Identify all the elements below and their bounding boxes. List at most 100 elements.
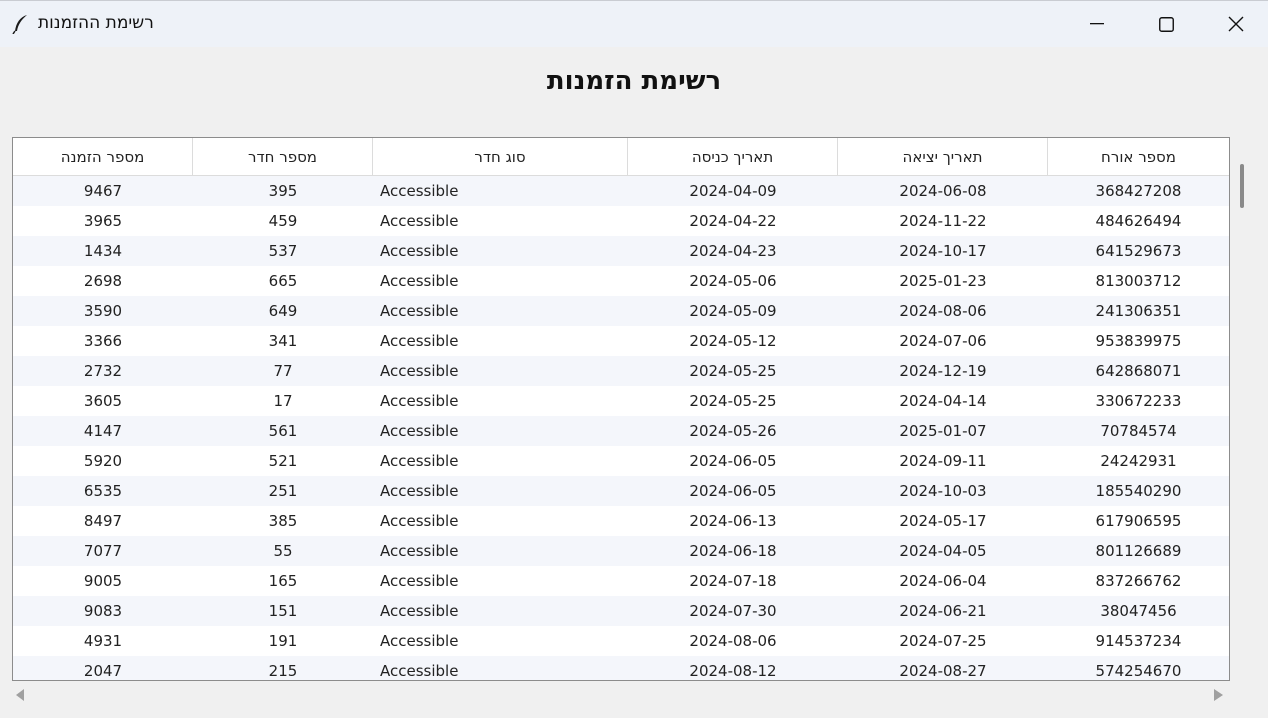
table-row[interactable]: 8497 385 Accessible 2024-06-13 2024-05-17 617… [13,506,1229,536]
check-in-date-cell: 2024-05-26 [689,422,777,440]
table-row[interactable]: 2698 665 Accessible 2024-05-06 2025-01-23 813… [13,266,1229,296]
horizontal-scrollbar[interactable] [12,684,1230,706]
table-row[interactable]: 4931 191 Accessible 2024-08-06 2024-07-25 914… [13,626,1229,656]
reservation-number-cell: 9083 [83,602,123,620]
room-type-cell: Accessible [380,212,459,230]
table-row[interactable]: 5920 521 Accessible 2024-06-05 2024-09-11 242… [13,446,1229,476]
scroll-left-arrow-icon[interactable] [16,689,25,701]
room-type-cell: Accessible [380,242,459,260]
room-type-cell: Accessible [380,662,459,680]
room-number-cell: 215 [268,662,298,680]
scroll-right-arrow-icon[interactable] [1214,689,1223,701]
guest-number-cell: 38047456 [1100,602,1177,620]
guest-number-cell: 953839975 [1095,332,1182,350]
reservation-number-cell: 4931 [83,632,123,650]
table-row[interactable]: 6535 251 Accessible 2024-06-05 2024-10-03 185… [13,476,1229,506]
room-number-cell: 395 [268,182,298,200]
column-header-reservation-number[interactable]: מספר הזמנה [13,138,193,175]
guest-number-cell: 914537234 [1095,632,1182,650]
reservation-number-cell: 2047 [83,662,123,680]
room-type-cell: Accessible [380,182,459,200]
window-title: רשימת ההזמנות [38,13,154,33]
reservation-number-cell: 3590 [83,302,123,320]
room-number-cell: 341 [268,332,298,350]
table-row[interactable]: 2047 215 Accessible 2024-08-12 2024-08-27 574… [13,656,1229,680]
reservation-number-cell: 1434 [83,242,123,260]
check-in-date-cell: 2024-06-13 [689,512,777,530]
vertical-scrollbar-thumb[interactable] [1240,164,1244,208]
check-in-date-cell: 2024-08-12 [689,662,777,680]
check-out-date-cell: 2025-01-07 [899,422,987,440]
table-row[interactable]: 1434 537 Accessible 2024-04-23 2024-10-17 641… [13,236,1229,266]
room-type-cell: Accessible [380,632,459,650]
close-button[interactable] [1201,1,1268,47]
room-type-cell: Accessible [380,572,459,590]
reservation-number-cell: 5920 [83,452,123,470]
table-row[interactable]: 7077 55 Accessible 2024-06-18 2024-04-05 8011… [13,536,1229,566]
check-in-date-cell: 2024-06-18 [689,542,777,560]
guest-number-cell: 241306351 [1095,302,1182,320]
close-icon [1228,16,1244,32]
room-number-cell: 665 [268,272,298,290]
table-row[interactable]: 9005 165 Accessible 2024-07-18 2024-06-04 837… [13,566,1229,596]
room-number-cell: 561 [268,422,298,440]
reservation-number-cell: 9467 [83,182,123,200]
table-row[interactable]: 9083 151 Accessible 2024-07-30 2024-06-21 380… [13,596,1229,626]
check-out-date-cell: 2024-09-11 [899,452,987,470]
room-type-cell: Accessible [380,392,459,410]
check-out-date-cell: 2025-01-23 [899,272,987,290]
room-number-cell: 17 [273,392,293,410]
reservation-number-cell: 4147 [83,422,123,440]
room-number-cell: 385 [268,512,298,530]
room-number-cell: 521 [268,452,298,470]
guest-number-cell: 70784574 [1100,422,1177,440]
guest-number-cell: 642868071 [1095,362,1182,380]
guest-number-cell: 813003712 [1095,272,1182,290]
table-row[interactable]: 4147 561 Accessible 2024-05-26 2025-01-07 707… [13,416,1229,446]
reservation-number-cell: 3605 [83,392,123,410]
reservation-number-cell: 2732 [83,362,123,380]
column-header-room-type[interactable]: סוג חדר [373,138,628,175]
room-type-cell: Accessible [380,542,459,560]
guest-number-cell: 837266762 [1095,572,1182,590]
check-in-date-cell: 2024-05-25 [689,362,777,380]
guest-number-cell: 24242931 [1100,452,1177,470]
table-row[interactable]: 3590 649 Accessible 2024-05-09 2024-08-06 241… [13,296,1229,326]
table-row[interactable]: 9467 395 Accessible 2024-04-09 2024-06-08 368… [13,176,1229,206]
column-header-guest-number[interactable]: מספר אורח [1048,138,1229,175]
check-out-date-cell: 2024-04-14 [899,392,987,410]
guest-number-cell: 330672233 [1095,392,1182,410]
reservation-number-cell: 7077 [83,542,123,560]
check-in-date-cell: 2024-06-05 [689,452,777,470]
check-in-date-cell: 2024-05-06 [689,272,777,290]
table-row[interactable]: 3965 459 Accessible 2024-04-22 2024-11-22 484… [13,206,1229,236]
page-title: רשימת הזמנות [546,66,722,96]
check-out-date-cell: 2024-07-06 [899,332,987,350]
check-out-date-cell: 2024-06-21 [899,602,987,620]
reservation-number-cell: 2698 [83,272,123,290]
table-row[interactable]: 3605 17 Accessible 2024-05-25 2024-04-14 3306… [13,386,1229,416]
room-type-cell: Accessible [380,482,459,500]
maximize-button[interactable] [1131,1,1201,47]
feather-icon [12,14,30,35]
minimize-icon [1090,23,1104,25]
column-header-room-number[interactable]: מספר חדר [193,138,373,175]
table-row[interactable]: 3366 341 Accessible 2024-05-12 2024-07-06 953… [13,326,1229,356]
column-header-check-out-date[interactable]: תאריך יציאה [838,138,1048,175]
check-in-date-cell: 2024-06-05 [689,482,777,500]
reservation-number-cell: 3965 [83,212,123,230]
check-out-date-cell: 2024-04-05 [899,542,987,560]
room-number-cell: 251 [268,482,298,500]
table-row[interactable]: 2732 77 Accessible 2024-05-25 2024-12-19 6428… [13,356,1229,386]
room-number-cell: 537 [268,242,298,260]
room-number-cell: 151 [268,602,298,620]
check-in-date-cell: 2024-08-06 [689,632,777,650]
room-type-cell: Accessible [380,332,459,350]
column-header-check-in-date[interactable]: תאריך כניסה [628,138,838,175]
check-out-date-cell: 2024-05-17 [899,512,987,530]
guest-number-cell: 574254670 [1095,662,1182,680]
vertical-scrollbar[interactable] [1238,158,1246,678]
reservations-table[interactable]: מספר הזמנה מספר חדר סוג חדר תאריך כניסה … [12,137,1230,681]
minimize-button[interactable] [1062,1,1132,47]
maximize-icon [1158,16,1174,32]
